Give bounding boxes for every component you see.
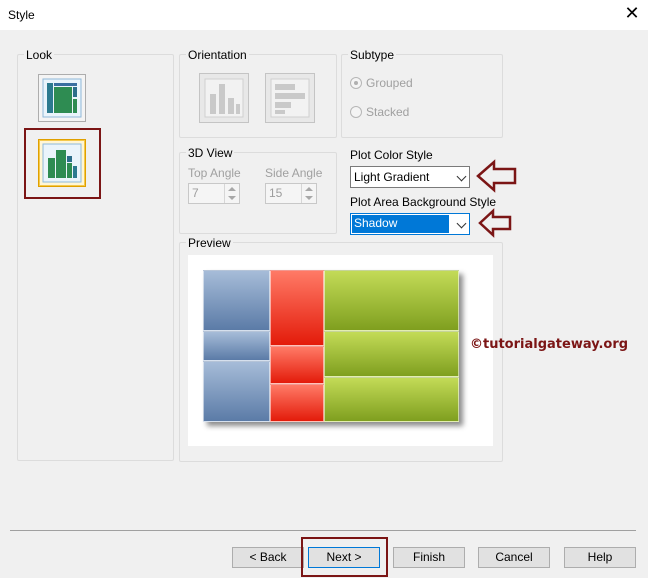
- treemap-cell: [270, 270, 324, 346]
- window-title: Style: [8, 8, 35, 22]
- plot-color-style-select[interactable]: Light Gradient: [350, 166, 470, 188]
- treemap-squarified-icon: [42, 78, 82, 118]
- subtype-stacked-radio[interactable]: [350, 106, 362, 118]
- orientation-horizontal[interactable]: [265, 73, 315, 123]
- close-icon[interactable]: ✕: [622, 4, 642, 24]
- look-option-1[interactable]: [38, 74, 86, 122]
- back-button[interactable]: < Back: [232, 547, 304, 568]
- horizontal-orientation-icon: [270, 78, 310, 118]
- look-label: Look: [24, 48, 55, 62]
- cancel-button[interactable]: Cancel: [478, 547, 550, 568]
- preview-canvas: [188, 255, 493, 446]
- top-angle-value: 7: [192, 186, 199, 200]
- subtype-group: [341, 54, 503, 138]
- subtype-stacked-label: Stacked: [366, 105, 410, 119]
- treemap-preview: [203, 270, 459, 422]
- side-angle-value: 15: [269, 186, 283, 200]
- subtype-grouped-label: Grouped: [366, 76, 413, 90]
- arrow-annotation-icon: [478, 208, 512, 238]
- subtype-grouped-radio[interactable]: [350, 77, 362, 89]
- finish-button[interactable]: Finish: [393, 547, 465, 568]
- arrow-annotation-icon: [476, 159, 517, 193]
- treemap-cell: [324, 377, 459, 422]
- watermark: ©tutorialgateway.org: [470, 337, 629, 352]
- treemap-cell: [203, 270, 270, 331]
- title-bar: [0, 0, 648, 30]
- orientation-label: Orientation: [186, 48, 249, 62]
- treemap-cell: [203, 331, 270, 361]
- view3d-label: 3D View: [186, 146, 235, 160]
- help-button[interactable]: Help: [564, 547, 636, 568]
- spin-up-icon[interactable]: [228, 187, 236, 191]
- plot-color-style-label: Plot Color Style: [350, 148, 433, 162]
- treemap-cell: [270, 384, 324, 422]
- spin-up-icon[interactable]: [305, 187, 313, 191]
- divider: [10, 530, 636, 531]
- treemap-cell: [203, 361, 270, 422]
- plot-area-bg-style-value: Shadow: [352, 215, 449, 233]
- spin-down-icon[interactable]: [305, 196, 313, 200]
- spin-down-icon[interactable]: [228, 196, 236, 200]
- chevron-down-icon: [456, 218, 467, 229]
- top-angle-label: Top Angle: [188, 166, 241, 180]
- top-angle-spinner[interactable]: 7: [188, 183, 240, 204]
- vertical-orientation-icon: [204, 78, 244, 118]
- treemap-cell: [324, 270, 459, 331]
- treemap-cell: [324, 331, 459, 377]
- next-button[interactable]: Next >: [308, 547, 380, 568]
- subtype-label: Subtype: [348, 48, 397, 62]
- side-angle-spinner[interactable]: 15: [265, 183, 317, 204]
- look-option-2[interactable]: [38, 139, 86, 187]
- treemap-slice-icon: [42, 143, 82, 183]
- chevron-down-icon: [456, 171, 467, 182]
- orientation-vertical[interactable]: [199, 73, 249, 123]
- side-angle-label: Side Angle: [265, 166, 323, 180]
- preview-label: Preview: [186, 236, 233, 250]
- treemap-cell: [270, 346, 324, 384]
- plot-color-style-value: Light Gradient: [354, 170, 430, 184]
- plot-area-bg-style-label: Plot Area Background Style: [350, 195, 497, 209]
- plot-area-bg-style-select[interactable]: Shadow: [350, 213, 470, 235]
